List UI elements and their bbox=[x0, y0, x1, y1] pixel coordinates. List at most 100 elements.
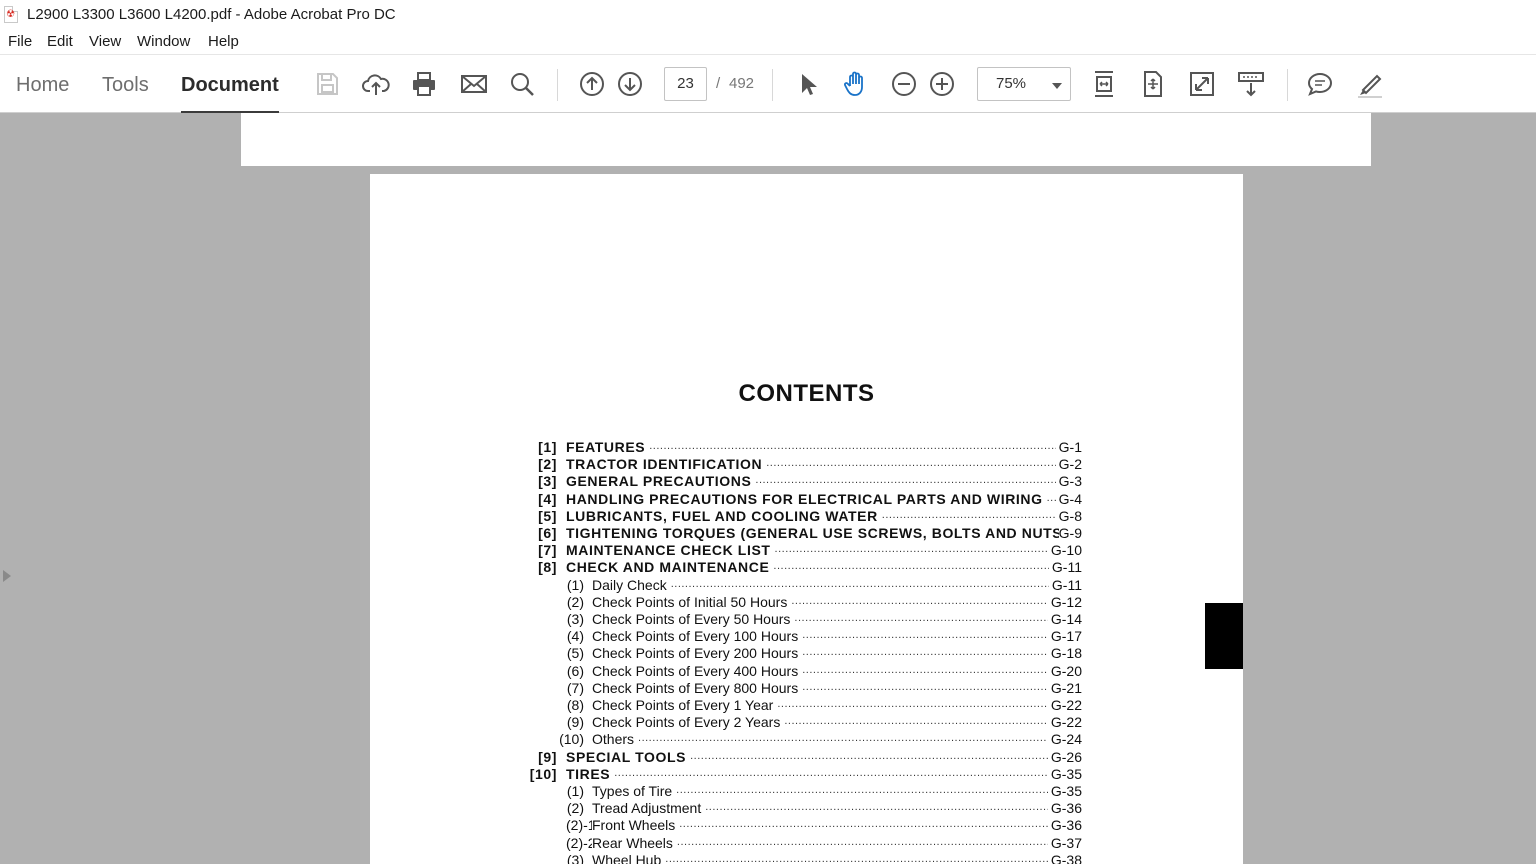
toc-leader-dots: ........................................… bbox=[1046, 491, 1056, 504]
read-mode-button[interactable] bbox=[1233, 66, 1269, 102]
menu-view[interactable]: View bbox=[89, 33, 121, 50]
toc-entry[interactable]: [10]....................................… bbox=[370, 765, 1082, 783]
toc-entry-number: (6) bbox=[566, 662, 584, 679]
next-page-button[interactable] bbox=[612, 66, 648, 102]
chevron-down-icon[interactable] bbox=[1052, 83, 1062, 89]
upload-cloud-button[interactable] bbox=[358, 66, 394, 102]
previous-page-bottom bbox=[241, 113, 1371, 166]
cloud-upload-icon bbox=[362, 74, 390, 95]
toc-entry-page: G-2 bbox=[1058, 456, 1082, 473]
document-viewer[interactable]: CONTENTS [1]............................… bbox=[0, 113, 1536, 864]
toc-entry[interactable]: [7].....................................… bbox=[370, 542, 1082, 559]
search-button[interactable] bbox=[504, 66, 540, 102]
zoom-in-button[interactable] bbox=[924, 66, 960, 102]
select-tool-button[interactable] bbox=[789, 66, 825, 102]
page-number-input[interactable]: 23 bbox=[664, 67, 707, 101]
toc-entry-label: Check Points of Every 800 Hours bbox=[592, 679, 801, 696]
toc-entry-page: G-12 bbox=[1050, 593, 1082, 610]
toc-entry[interactable]: (8).....................................… bbox=[370, 697, 1082, 714]
tab-tools[interactable]: Tools bbox=[102, 74, 149, 97]
toc-entry-number: (9) bbox=[566, 714, 584, 731]
toc-leader-dots: ........................................… bbox=[614, 766, 1048, 779]
toc-entry-page: G-36 bbox=[1050, 800, 1082, 817]
menu-help[interactable]: Help bbox=[208, 33, 239, 50]
next-page-icon bbox=[618, 72, 642, 96]
toc-entry[interactable]: (5).....................................… bbox=[370, 645, 1082, 662]
email-button[interactable] bbox=[456, 66, 492, 102]
tab-document[interactable]: Document bbox=[181, 74, 279, 114]
toc-entry[interactable]: [9].....................................… bbox=[370, 748, 1082, 766]
previous-page-button[interactable] bbox=[574, 66, 610, 102]
toc-entry-label: Check Points of Every 2 Years bbox=[592, 714, 783, 731]
toc-entry[interactable]: [4].....................................… bbox=[370, 490, 1082, 508]
toc-entry[interactable]: (3).....................................… bbox=[370, 611, 1082, 628]
comment-button[interactable] bbox=[1302, 66, 1338, 102]
read-mode-icon bbox=[1238, 72, 1264, 97]
menu-bar: File Edit View Window Help bbox=[0, 30, 1536, 54]
toc-entry-number: [6] bbox=[538, 525, 557, 541]
toc-entry[interactable]: (10)....................................… bbox=[370, 731, 1082, 748]
toc-entry-page: G-36 bbox=[1050, 817, 1082, 834]
zoom-out-button[interactable] bbox=[886, 66, 922, 102]
toc-entry[interactable]: (7).....................................… bbox=[370, 679, 1082, 697]
toc-entry-page: G-21 bbox=[1050, 679, 1082, 696]
hand-tool-icon bbox=[844, 71, 863, 96]
toc-entry-number: [10] bbox=[529, 765, 557, 782]
save-button[interactable] bbox=[309, 66, 345, 102]
menu-window[interactable]: Window bbox=[137, 33, 190, 50]
toc-entry-page: G-17 bbox=[1050, 628, 1082, 645]
toc-entry[interactable]: (1).....................................… bbox=[370, 783, 1082, 800]
toc-leader-dots: ........................................… bbox=[802, 646, 1048, 659]
toc-entry-page: G-14 bbox=[1050, 611, 1082, 627]
toc-entry[interactable]: [8].....................................… bbox=[370, 559, 1082, 576]
toc-entry[interactable]: (2)-2...................................… bbox=[370, 834, 1082, 852]
toc-leader-dots: ........................................… bbox=[802, 629, 1048, 642]
toc-entry[interactable]: (1).....................................… bbox=[370, 576, 1082, 594]
toc-leader-dots: ........................................… bbox=[766, 457, 1055, 470]
toc-entry[interactable]: (4).....................................… bbox=[370, 628, 1082, 645]
page-separator: / bbox=[716, 75, 721, 92]
toc-leader-dots: ........................................… bbox=[773, 560, 1048, 573]
toc-entry-label: LUBRICANTS, FUEL AND COOLING WATER bbox=[566, 507, 880, 524]
toc-entry-label: Check Points of Every 100 Hours bbox=[592, 628, 801, 645]
zoom-level-select[interactable]: 75% bbox=[977, 67, 1071, 101]
toc-entry[interactable]: (2).....................................… bbox=[370, 800, 1082, 817]
zoom-out-icon bbox=[892, 72, 916, 96]
previous-page-icon bbox=[580, 72, 604, 96]
tab-home[interactable]: Home bbox=[16, 74, 69, 97]
toc-entry[interactable]: [1].....................................… bbox=[370, 439, 1082, 456]
full-screen-icon bbox=[1190, 72, 1214, 96]
toc-entry-label: CHECK AND MAINTENANCE bbox=[566, 559, 772, 576]
full-screen-button[interactable] bbox=[1184, 66, 1220, 102]
toc-entry-number: (10) bbox=[559, 731, 584, 748]
toolbar-divider bbox=[557, 69, 558, 101]
toc-entry-page: G-9 bbox=[1058, 525, 1082, 541]
email-icon bbox=[461, 75, 487, 93]
toc-leader-dots: ........................................… bbox=[794, 612, 1047, 624]
toolbar-divider bbox=[772, 69, 773, 101]
toc-entry[interactable]: [2].....................................… bbox=[370, 456, 1082, 473]
toc-leader-dots: ........................................… bbox=[690, 749, 1048, 762]
toc-entry[interactable]: [5].....................................… bbox=[370, 507, 1082, 525]
toc-entry[interactable]: [3].....................................… bbox=[370, 473, 1082, 490]
toc-leader-dots: ........................................… bbox=[676, 784, 1048, 796]
toolbar-divider bbox=[1287, 69, 1288, 101]
toc-entry-page: G-35 bbox=[1050, 765, 1082, 782]
hand-tool-button[interactable] bbox=[838, 66, 874, 102]
toc-entry[interactable]: (2)-1...................................… bbox=[370, 817, 1082, 834]
menu-edit[interactable]: Edit bbox=[47, 33, 73, 50]
toc-entry[interactable]: [6].....................................… bbox=[370, 525, 1082, 542]
fit-page-button[interactable] bbox=[1135, 66, 1171, 102]
highlight-button[interactable] bbox=[1352, 66, 1388, 102]
toc-entry[interactable]: (6).....................................… bbox=[370, 662, 1082, 680]
toc-entry[interactable]: (3).....................................… bbox=[370, 851, 1082, 864]
print-button[interactable] bbox=[406, 66, 442, 102]
toc-leader-dots: ........................................… bbox=[774, 543, 1048, 556]
toc-entry[interactable]: (9).....................................… bbox=[370, 714, 1082, 731]
toc-entry-label: Types of Tire bbox=[592, 783, 675, 799]
scroll-mode-button[interactable] bbox=[1086, 66, 1122, 102]
toc-leader-dots: ........................................… bbox=[670, 577, 1049, 590]
menu-file[interactable]: File bbox=[8, 33, 32, 50]
left-panel-toggle-icon[interactable] bbox=[3, 570, 11, 582]
toc-entry[interactable]: (2).....................................… bbox=[370, 593, 1082, 611]
